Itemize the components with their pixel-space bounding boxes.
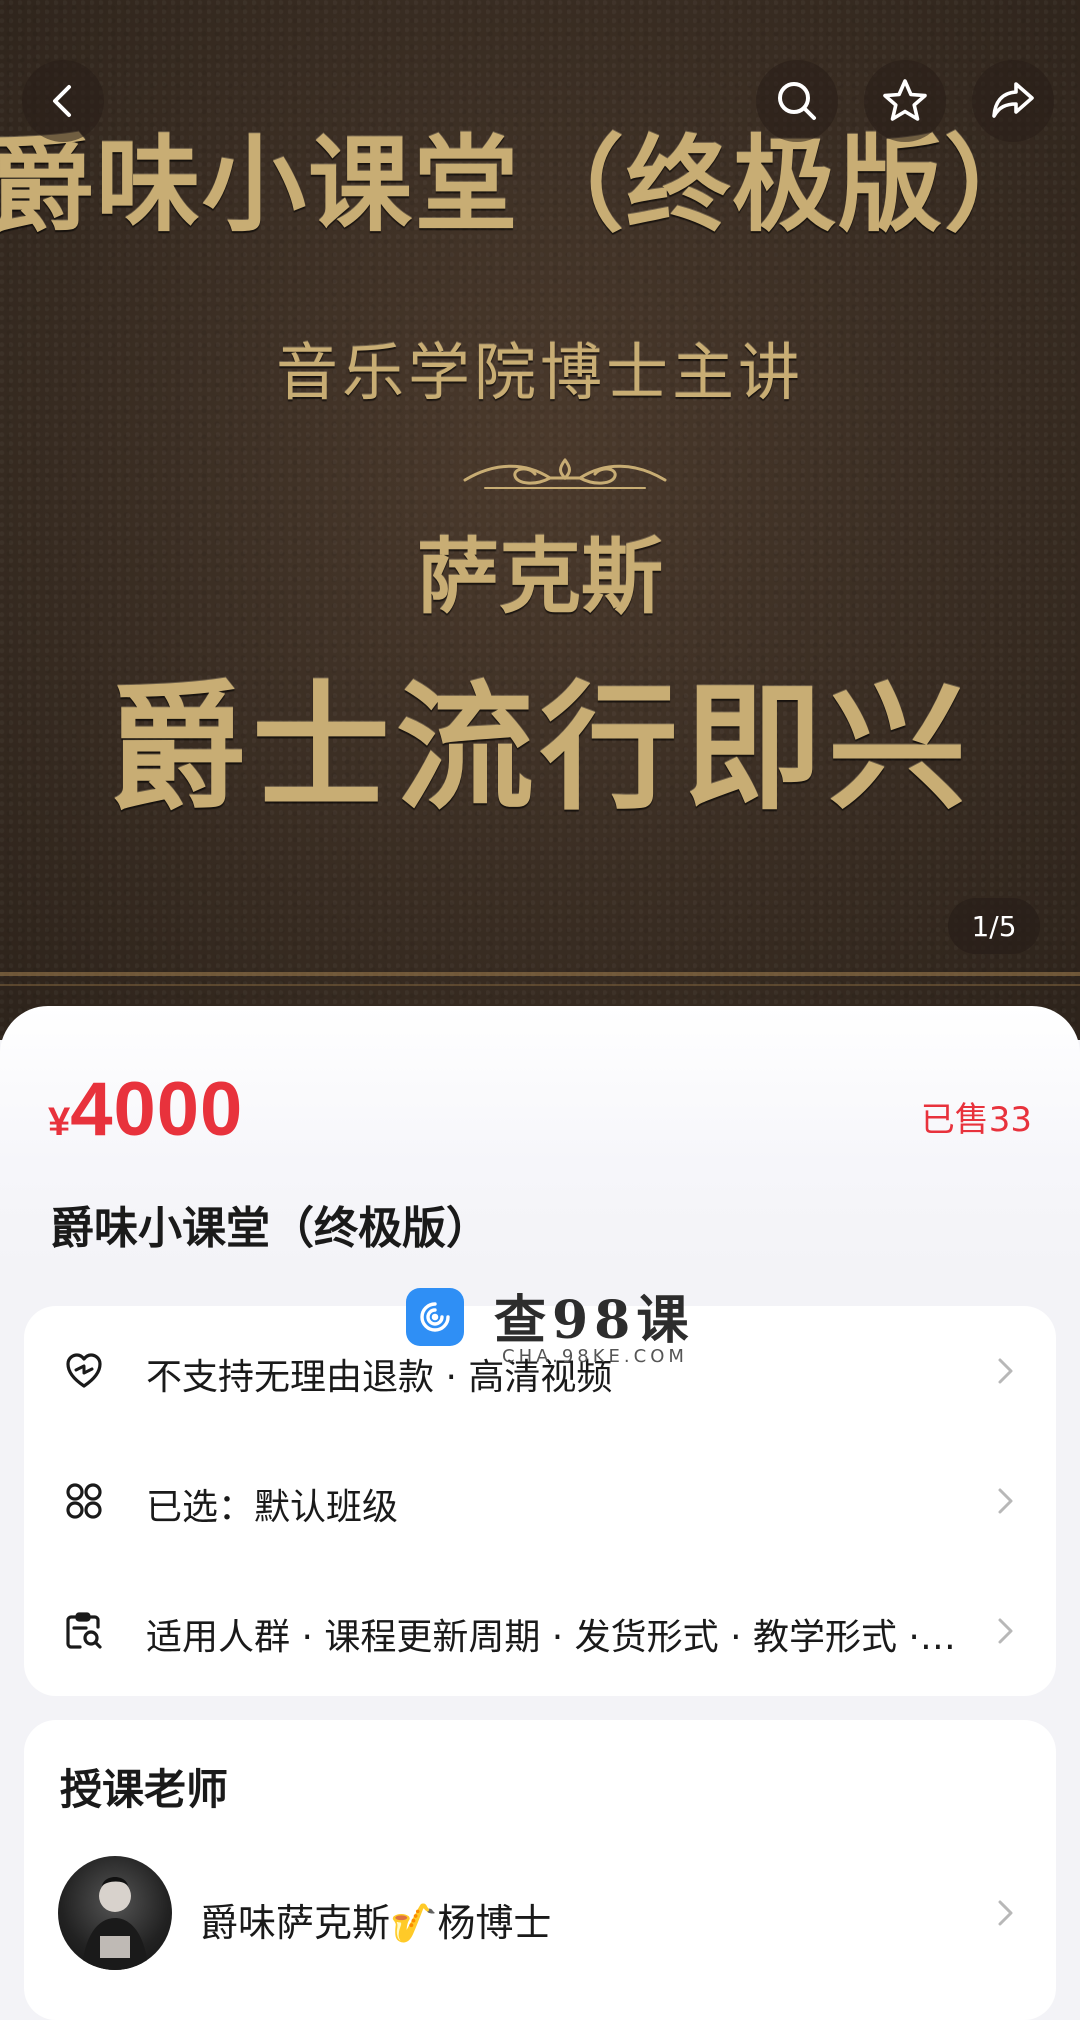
- watermark-subtext: CHA.98KE.COM: [502, 1346, 688, 1367]
- course-details-text: 适用人群 · 课程更新周期 · 发货形式 · 教学形式 · 课程服务: [146, 1617, 966, 1658]
- share-icon: [992, 82, 1034, 118]
- avatar-image: [82, 1877, 148, 1970]
- selected-class-row[interactable]: 已选：默认班级: [24, 1436, 1056, 1566]
- chevron-right-icon: [998, 1900, 1013, 1926]
- share-button[interactable]: [972, 60, 1054, 142]
- sold-count: 已售33: [920, 1100, 1032, 1140]
- course-title: 爵味小课堂（终极版）: [50, 1203, 490, 1254]
- ornament-icon: [463, 458, 667, 489]
- heart-shield-icon: [66, 1353, 102, 1388]
- price: ¥4000: [48, 1066, 243, 1153]
- chevron-right-icon: [998, 1618, 1013, 1644]
- back-button[interactable]: [22, 60, 104, 142]
- currency-symbol: ¥: [48, 1100, 71, 1144]
- watermark-text: 查98课: [494, 1290, 695, 1351]
- watermark-logo-icon: [406, 1288, 464, 1346]
- product-sheet: ¥4000 已售33 爵味小课堂（终极版） 不支持无理由退款 · 高清视频 已选…: [0, 1006, 1080, 2020]
- watermark: 查98课 CHA.98KE.COM: [406, 1278, 706, 1374]
- back-icon: [53, 85, 71, 117]
- selected-class-text: 已选：默认班级: [146, 1487, 399, 1528]
- image-counter: 1/5: [948, 898, 1040, 954]
- clipboard-search-icon: [66, 1612, 102, 1649]
- hero-divider: [0, 984, 1080, 986]
- hero-subtitle: 音乐学院博士主讲: [275, 336, 804, 409]
- teacher-name: 爵味萨克斯🎷杨博士: [200, 1901, 552, 1945]
- teacher-card: 授课老师 爵味萨克斯🎷杨博士: [24, 1720, 1056, 2020]
- hero-image[interactable]: 爵味小课堂（终极版） 音乐学院博士主讲 萨克斯 爵士流行即兴 1/5: [0, 0, 1080, 1040]
- search-icon: [778, 82, 816, 120]
- teacher-row[interactable]: 爵味萨克斯🎷杨博士: [24, 1856, 1056, 1976]
- watermark-swirl-icon: [420, 1302, 450, 1332]
- course-details-row[interactable]: 适用人群 · 课程更新周期 · 发货形式 · 教学形式 · 课程服务: [24, 1566, 1056, 1696]
- chevron-right-icon: [998, 1488, 1013, 1514]
- hero-headline: 爵士流行即兴: [107, 666, 972, 829]
- grid-icon: [66, 1483, 102, 1519]
- favorite-button[interactable]: [864, 60, 946, 142]
- chevron-right-icon: [998, 1358, 1013, 1384]
- star-icon: [883, 79, 927, 121]
- hero-divider: [0, 972, 1080, 976]
- price-value: 4000: [70, 1067, 244, 1152]
- teacher-section-title: 授课老师: [60, 1765, 229, 1814]
- avatar[interactable]: [58, 1856, 172, 1970]
- search-button[interactable]: [756, 60, 838, 142]
- hero-instrument: 萨克斯: [416, 529, 663, 625]
